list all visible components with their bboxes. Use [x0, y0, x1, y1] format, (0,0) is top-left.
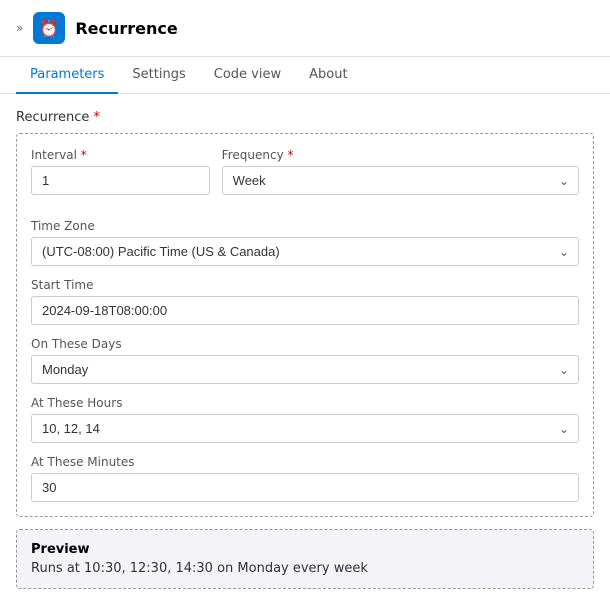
timezone-label: Time Zone [31, 219, 579, 233]
at-these-hours-label: At These Hours [31, 396, 579, 410]
at-these-minutes-field: At These Minutes [31, 455, 579, 502]
interval-field: Interval [31, 148, 210, 195]
app-header: » ⏰ Recurrence [0, 0, 610, 57]
on-these-days-field: On These Days Sunday Monday Tuesday Wedn… [31, 337, 579, 384]
on-these-days-label: On These Days [31, 337, 579, 351]
start-time-field: Start Time [31, 278, 579, 325]
recurrence-fields-box: Interval Frequency Second Minute Hour Da… [16, 133, 594, 517]
on-these-days-select[interactable]: Sunday Monday Tuesday Wednesday Thursday… [31, 355, 579, 384]
frequency-select[interactable]: Second Minute Hour Day Week Month [222, 166, 579, 195]
interval-label: Interval [31, 148, 210, 162]
at-these-hours-field: At These Hours 10, 12, 14 ⌄ [31, 396, 579, 443]
preview-title: Preview [31, 542, 579, 557]
tab-bar: Parameters Settings Code view About [0, 57, 610, 94]
recurrence-icon: ⏰ [33, 12, 65, 44]
at-these-hours-select-wrapper: 10, 12, 14 ⌄ [31, 414, 579, 443]
start-time-label: Start Time [31, 278, 579, 292]
start-time-input[interactable] [31, 296, 579, 325]
section-recurrence-label: Recurrence [16, 110, 594, 125]
timezone-field: Time Zone (UTC-08:00) Pacific Time (US &… [31, 219, 579, 266]
frequency-field: Frequency Second Minute Hour Day Week Mo… [222, 148, 579, 207]
tab-codeview[interactable]: Code view [200, 57, 295, 94]
expand-icon[interactable]: » [16, 21, 23, 35]
on-these-days-select-wrapper: Sunday Monday Tuesday Wednesday Thursday… [31, 355, 579, 384]
tab-parameters[interactable]: Parameters [16, 57, 118, 94]
frequency-label: Frequency [222, 148, 579, 162]
at-these-hours-select[interactable]: 10, 12, 14 [31, 414, 579, 443]
timezone-select[interactable]: (UTC-08:00) Pacific Time (US & Canada) [31, 237, 579, 266]
frequency-select-wrapper: Second Minute Hour Day Week Month ⌄ [222, 166, 579, 195]
at-these-minutes-input[interactable] [31, 473, 579, 502]
tab-about[interactable]: About [295, 57, 361, 94]
main-content: Recurrence Interval Frequency Second Min… [0, 94, 610, 605]
interval-input[interactable] [31, 166, 210, 195]
at-these-minutes-label: At These Minutes [31, 455, 579, 469]
clock-icon: ⏰ [39, 19, 59, 38]
tab-settings[interactable]: Settings [118, 57, 199, 94]
page-title: Recurrence [75, 19, 177, 38]
interval-frequency-row: Interval Frequency Second Minute Hour Da… [31, 148, 579, 207]
preview-text: Runs at 10:30, 12:30, 14:30 on Monday ev… [31, 561, 579, 576]
timezone-select-wrapper: (UTC-08:00) Pacific Time (US & Canada) ⌄ [31, 237, 579, 266]
preview-box: Preview Runs at 10:30, 12:30, 14:30 on M… [16, 529, 594, 589]
